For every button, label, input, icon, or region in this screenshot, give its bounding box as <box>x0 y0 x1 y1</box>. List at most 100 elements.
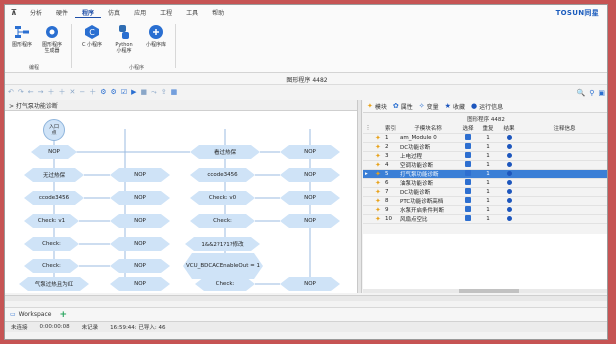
menu-analysis[interactable]: 分析 <box>23 8 49 17</box>
table-row[interactable]: ✦ 9 水泵开启条件判断 1 <box>363 205 607 215</box>
flow-node[interactable]: NOP <box>110 237 170 251</box>
flow-node[interactable]: ccode3456 <box>24 191 84 205</box>
flow-node[interactable]: NOP <box>110 214 170 228</box>
menu-program[interactable]: 程序 <box>75 8 102 18</box>
flow-node[interactable]: Check: <box>24 259 79 273</box>
checkbox[interactable] <box>465 188 472 195</box>
menu-hardware[interactable]: 硬件 <box>49 8 75 17</box>
zoom-in-icon[interactable]: ＋ <box>89 87 96 97</box>
flow-node[interactable]: 气泵过热且为红 <box>19 277 89 291</box>
forward-icon[interactable]: → <box>38 88 44 96</box>
checkbox[interactable] <box>465 143 472 150</box>
checkbox[interactable] <box>465 170 472 177</box>
header-index[interactable]: 索引 <box>383 124 399 134</box>
header-comment[interactable]: 注释信息 <box>520 124 607 134</box>
app-logo-icon[interactable]: ⊼ <box>5 8 23 17</box>
horizontal-scrollbar[interactable] <box>363 289 607 293</box>
add-branch-icon[interactable]: ＋ <box>59 87 66 97</box>
back-icon[interactable]: ← <box>28 88 34 96</box>
table-row[interactable]: ✦ 3 上电过程 1 <box>363 151 607 161</box>
delete-icon[interactable]: ✕ <box>70 88 76 96</box>
table-row[interactable]: ✦ 4 空调功能诊断 1 <box>363 160 607 170</box>
options-icon[interactable]: ⚙ <box>111 88 117 96</box>
stop-icon[interactable]: ■ <box>140 88 147 96</box>
tab-properties[interactable]: ✿ 属性 <box>393 102 413 111</box>
header-result[interactable]: 结果 <box>498 124 521 134</box>
table-row[interactable]: ✦ 2 DC功能诊断 1 <box>363 142 607 152</box>
menu-simulation[interactable]: 仿真 <box>101 8 127 17</box>
table-row[interactable]: ✦ 6 油泵功能诊断 1 <box>363 178 607 188</box>
flow-node[interactable]: 1&&2?1?1?修改 <box>185 237 260 251</box>
table-row[interactable]: ✦ 1 am_Module 01 <box>363 133 607 143</box>
table-row[interactable]: ✦ 10 风扇点空比 1 <box>363 214 607 224</box>
settings-icon[interactable]: ⚙ <box>100 88 106 96</box>
row-select[interactable] <box>458 133 479 143</box>
row-select[interactable] <box>458 205 479 215</box>
add-workspace-icon[interactable]: + <box>59 310 67 320</box>
flow-node[interactable]: NOP <box>280 214 340 228</box>
row-select[interactable] <box>458 160 479 170</box>
search-icon[interactable]: 🔍 <box>577 89 586 97</box>
flow-node[interactable]: ccode3456 <box>190 168 255 182</box>
menu-help[interactable]: 帮助 <box>205 8 231 17</box>
flow-node[interactable]: NOP <box>110 168 170 182</box>
python-applet-button[interactable]: Python 小程序 <box>109 24 139 54</box>
tab-favorites[interactable]: ★ 收藏 <box>445 102 465 111</box>
table-row[interactable]: ✦ 7 DC功能诊断 1 <box>363 187 607 197</box>
row-select[interactable] <box>458 214 479 224</box>
flow-node[interactable]: NOP <box>110 277 170 291</box>
row-select[interactable] <box>458 187 479 197</box>
checkbox[interactable] <box>465 152 472 159</box>
flow-node[interactable]: 无过热保 <box>24 168 84 182</box>
flow-canvas[interactable]: 入口 点 NOP 看过热保 NOP 无过热保 NOP ccode3456 NOP… <box>5 111 357 293</box>
zoom-out-icon[interactable]: − <box>79 88 85 96</box>
checkbox[interactable] <box>465 179 472 186</box>
flow-node[interactable]: Check: <box>195 277 255 291</box>
row-select[interactable] <box>458 196 479 206</box>
row-select[interactable] <box>458 151 479 161</box>
checkbox[interactable] <box>465 134 472 141</box>
checkbox[interactable] <box>465 161 472 168</box>
header-select[interactable]: 选择 <box>458 124 479 134</box>
checkbox[interactable] <box>465 206 472 213</box>
undo-icon[interactable]: ↶ <box>8 88 14 96</box>
row-select[interactable] <box>458 142 479 152</box>
start-node[interactable]: 入口 点 <box>43 119 65 141</box>
run-icon[interactable]: ▶ <box>131 88 136 96</box>
flow-node[interactable]: 看过热保 <box>190 145 260 159</box>
menu-project[interactable]: 工程 <box>153 8 179 17</box>
flow-node[interactable]: NOP <box>280 191 340 205</box>
redo-icon[interactable]: ↷ <box>18 88 24 96</box>
c-applet-button[interactable]: C C 小程序 <box>77 24 107 48</box>
flow-node[interactable]: Check: <box>190 214 255 228</box>
flow-node[interactable]: Check: v0 <box>190 191 255 205</box>
menu-application[interactable]: 应用 <box>127 8 153 17</box>
checkbox[interactable] <box>465 197 472 204</box>
flow-node[interactable]: NOP <box>280 277 340 291</box>
table-row[interactable]: ▸ ✦ 5 打气泵功能诊断 1 <box>363 169 607 179</box>
flow-node[interactable]: NOP <box>31 145 77 159</box>
checkbox[interactable] <box>465 215 472 222</box>
panel-splitter[interactable] <box>357 100 362 293</box>
check-icon[interactable]: ☑ <box>121 88 127 96</box>
flow-node[interactable]: NOP <box>110 259 170 273</box>
graphic-generator-button[interactable]: 图形程序 生成器 <box>37 24 67 54</box>
flow-node[interactable]: Check: <box>24 237 79 251</box>
flow-node[interactable]: NOP <box>110 191 170 205</box>
pin-icon[interactable]: ⚲ <box>589 89 594 97</box>
tab-run-info[interactable]: ● 运行信息 <box>471 102 503 111</box>
workspace-tab[interactable]: Workspace <box>19 311 52 318</box>
add-node-icon[interactable]: ＋ <box>48 87 55 97</box>
row-select[interactable] <box>458 169 479 179</box>
row-select[interactable] <box>458 178 479 188</box>
graphic-program-button[interactable]: 图形程序 <box>7 24 37 48</box>
scrollbar-thumb[interactable] <box>459 289 519 293</box>
flow-node[interactable]: Check: v1 <box>24 214 79 228</box>
layout-icon[interactable]: ▦ <box>171 88 178 96</box>
save-icon[interactable]: ▣ <box>598 89 605 97</box>
table-row[interactable]: ✦ 8 PTC功能诊断高档 1 <box>363 196 607 206</box>
export-icon[interactable]: ⇪ <box>161 88 167 96</box>
header-name[interactable]: 子模块名称 <box>398 124 459 134</box>
flow-node[interactable]: NOP <box>280 168 340 182</box>
applet-library-button[interactable]: 小程序库 <box>141 24 171 48</box>
